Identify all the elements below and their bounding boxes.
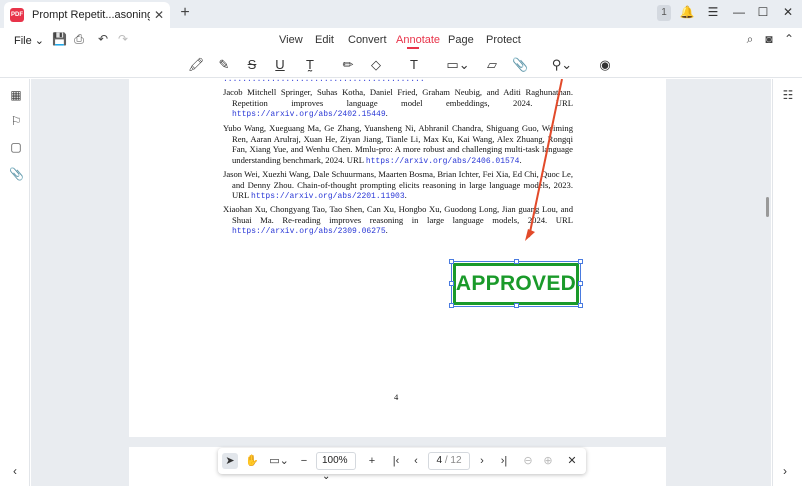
attachment-icon[interactable]: 📎 xyxy=(512,57,528,73)
resize-handle[interactable] xyxy=(578,303,583,308)
close-window-button[interactable]: ✕ xyxy=(779,5,797,19)
squiggly-text-icon[interactable]: T̰ xyxy=(302,57,318,73)
document-canvas[interactable]: ........................................… xyxy=(31,79,771,486)
camera-icon[interactable]: ◙ xyxy=(762,32,776,46)
note-pen-icon[interactable]: ✎ xyxy=(216,57,232,73)
menu-bar: File ⌄ 💾 ⎙ ↶ ↷ View Edit Convert Annotat… xyxy=(0,28,802,52)
resize-handle[interactable] xyxy=(578,259,583,264)
zoom-in-icon[interactable]: + xyxy=(364,453,380,469)
tab-close-icon[interactable]: ✕ xyxy=(154,8,164,22)
page-number-input[interactable]: 4 / 12 xyxy=(428,452,470,470)
hand-tool-icon[interactable]: ✋ xyxy=(244,453,260,469)
bookmark-icon[interactable]: ⚐ xyxy=(9,114,23,128)
save-icon[interactable]: 💾 xyxy=(52,32,67,46)
document-tab[interactable]: PDF Prompt Repetit...asoning LLMs * ✕ xyxy=(4,2,170,28)
right-sidebar: ☷ xyxy=(772,79,802,486)
bottom-navigation-bar: ➤ ✋ ▭⌄ − 100% ⌄ + |‹ ‹ 4 / 12 › ›| ⊖ ⊕ ✕ xyxy=(218,448,586,482)
active-tab-indicator xyxy=(407,47,419,49)
resize-handle[interactable] xyxy=(514,259,519,264)
zoom-out-icon[interactable]: − xyxy=(296,453,312,469)
strikethrough-icon[interactable]: S xyxy=(244,57,260,73)
redo-icon[interactable]: ↷ xyxy=(116,32,130,46)
tab-page[interactable]: Page xyxy=(448,34,474,46)
tab-view[interactable]: View xyxy=(279,34,303,46)
hamburger-menu-icon[interactable]: ☰ xyxy=(704,5,722,19)
close-bar-icon[interactable]: ✕ xyxy=(564,453,580,469)
pdf-page: ........................................… xyxy=(129,79,666,437)
back-icon[interactable]: ⊖ xyxy=(520,453,536,469)
previous-page-icon[interactable]: ‹ xyxy=(408,453,424,469)
collapse-icon[interactable]: ⌃ xyxy=(782,32,796,46)
pencil-icon[interactable]: ✏ xyxy=(340,57,356,73)
resize-handle[interactable] xyxy=(514,303,519,308)
approved-stamp[interactable]: APPROVED xyxy=(453,263,579,305)
resize-handle[interactable] xyxy=(449,259,454,264)
new-tab-button[interactable]: + xyxy=(176,4,194,22)
underline-icon[interactable]: U xyxy=(272,57,288,73)
highlight-icon[interactable]: 🖍 xyxy=(188,57,205,73)
left-sidebar: ▦ ⚐ ▢ 📎 xyxy=(0,79,30,486)
app-logo-icon: PDF xyxy=(10,8,24,22)
eye-icon[interactable]: ◉ xyxy=(597,57,613,73)
minimize-button[interactable]: — xyxy=(730,5,748,19)
undo-icon[interactable]: ↶ xyxy=(96,32,110,46)
shape-dropdown-icon[interactable]: ▭⌄ xyxy=(446,57,470,73)
collapse-left-icon[interactable]: ‹ xyxy=(13,464,17,478)
file-menu-button[interactable]: File ⌄ xyxy=(14,34,44,47)
thumbnails-icon[interactable]: ▦ xyxy=(9,88,23,102)
tab-edit[interactable]: Edit xyxy=(315,34,334,46)
stamp-dropdown-icon[interactable]: ⚲⌄ xyxy=(550,57,574,73)
properties-icon[interactable]: ☷ xyxy=(781,88,795,102)
view-mode-dropdown-icon[interactable]: ▭⌄ xyxy=(268,453,290,469)
resize-handle[interactable] xyxy=(449,281,454,286)
print-icon[interactable]: ⎙ xyxy=(72,32,86,46)
forward-icon[interactable]: ⊕ xyxy=(540,453,556,469)
last-page-icon[interactable]: ›| xyxy=(496,453,512,469)
title-bar: PDF Prompt Repetit...asoning LLMs * ✕ + … xyxy=(0,0,802,28)
sticky-note-icon[interactable]: ▱ xyxy=(484,57,500,73)
select-cursor-icon[interactable]: ➤ xyxy=(222,453,238,469)
tab-title: Prompt Repetit...asoning LLMs * xyxy=(32,9,150,21)
maximize-button[interactable]: ☐ xyxy=(754,5,772,19)
stamp-selection[interactable]: APPROVED xyxy=(449,259,583,308)
first-page-icon[interactable]: |‹ xyxy=(388,453,404,469)
resize-handle[interactable] xyxy=(449,303,454,308)
bell-icon[interactable]: 🔔 xyxy=(678,5,696,19)
search-icon[interactable]: ⌕ xyxy=(743,32,757,46)
eraser-icon[interactable]: ◇ xyxy=(368,57,384,73)
zoom-select[interactable]: 100% ⌄ xyxy=(316,452,356,482)
text-box-icon[interactable]: T xyxy=(406,57,422,73)
vertical-scrollbar[interactable] xyxy=(766,197,769,217)
page-number: 4 xyxy=(394,392,399,402)
expand-right-icon[interactable]: › xyxy=(783,464,787,478)
annotate-toolbar: 🖍 ✎ S U T̰ ✏ ◇ T ▭⌄ ▱ 📎 ⚲⌄ ◉ xyxy=(0,52,802,78)
tab-protect[interactable]: Protect xyxy=(486,34,521,46)
annotation-arrow xyxy=(525,79,563,241)
resize-handle[interactable] xyxy=(578,281,583,286)
next-page-icon[interactable]: › xyxy=(474,453,490,469)
tab-annotate[interactable]: Annotate xyxy=(396,34,440,46)
attachments-icon[interactable]: 📎 xyxy=(9,167,24,181)
tab-convert[interactable]: Convert xyxy=(348,34,387,46)
notification-count-badge[interactable]: 1 xyxy=(657,5,671,21)
comment-icon[interactable]: ▢ xyxy=(9,140,23,154)
